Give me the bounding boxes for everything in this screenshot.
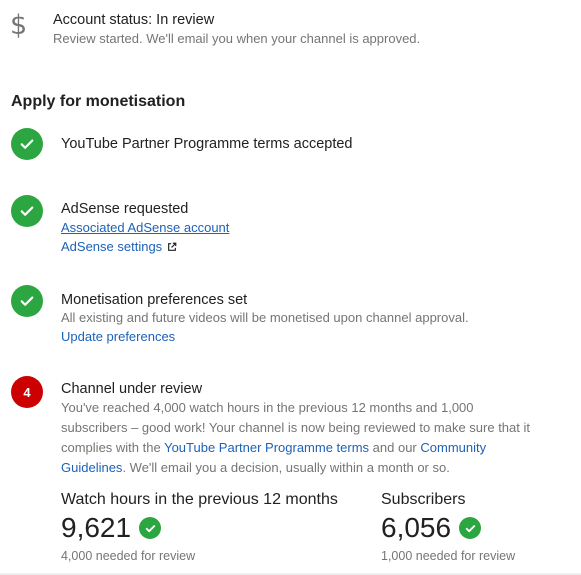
section-title: Apply for monetisation: [11, 93, 186, 110]
monetisation-page: $ Account status: In review Review start…: [0, 0, 581, 575]
associated-adsense-account-link[interactable]: Associated AdSense account: [61, 220, 229, 235]
adsense-settings-link[interactable]: AdSense settings: [61, 239, 177, 254]
stat-label: Subscribers: [381, 491, 466, 508]
subscribers-stat: Subscribers 6,056 1,000 needed for revie…: [381, 490, 515, 564]
stat-label: Watch hours in the previous 12 months: [61, 491, 338, 508]
check-icon: [11, 195, 43, 227]
stat-value: 6,056: [381, 512, 452, 543]
check-icon: [11, 285, 43, 317]
watch-hours-stat: Watch hours in the previous 12 months 9,…: [61, 490, 338, 564]
adsense-settings-label: AdSense settings: [61, 239, 163, 254]
stat-requirement: 1,000 needed for review: [381, 549, 516, 563]
dollar-icon: $: [10, 10, 28, 41]
step-title: AdSense requested: [61, 201, 189, 217]
check-icon: [139, 517, 162, 539]
check-icon: [11, 128, 43, 160]
account-status: $ Account status: In review Review start…: [0, 0, 581, 60]
check-icon: [459, 517, 482, 539]
step-description: You've reached 4,000 watch hours in the …: [61, 400, 530, 475]
step-title: Monetisation preferences set: [61, 292, 248, 308]
step-description: All existing and future videos will be m…: [61, 310, 469, 325]
account-status-title: Account status: In review: [53, 12, 215, 28]
stat-value: 9,621: [61, 512, 132, 543]
step-number-badge: 4: [11, 376, 43, 408]
external-link-icon: [168, 242, 177, 251]
stat-requirement: 4,000 needed for review: [61, 549, 196, 563]
eligibility-stats: Watch hours in the previous 12 months 9,…: [0, 490, 581, 565]
step-title: Channel under review: [61, 381, 203, 397]
step-title: YouTube Partner Programme terms accepted: [61, 136, 353, 152]
ypp-terms-link[interactable]: YouTube Partner Programme terms: [164, 440, 369, 455]
account-status-subtitle: Review started. We'll email you when you…: [53, 31, 421, 46]
update-preferences-link[interactable]: Update preferences: [61, 329, 175, 344]
